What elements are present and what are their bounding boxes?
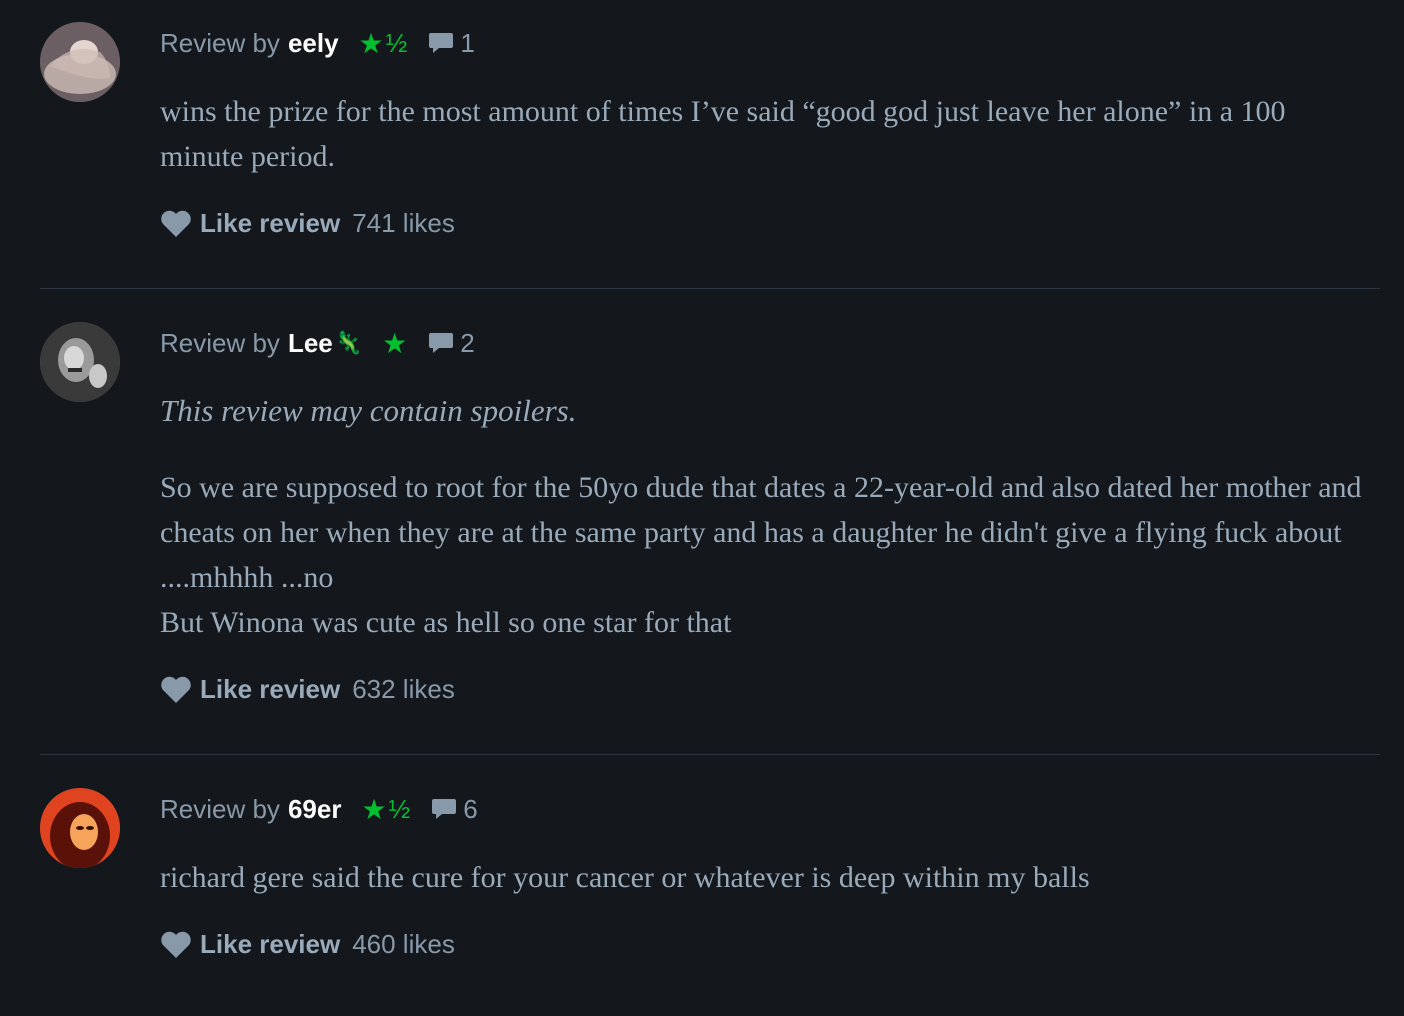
author-link[interactable]: 69er	[288, 794, 342, 825]
rating: ★ ½	[359, 27, 409, 60]
byline: Review by	[160, 327, 280, 358]
star-icon: ★	[358, 27, 385, 59]
review-header: Review by eely ★ ½ 1	[160, 21, 475, 65]
half-star-icon: ½	[385, 27, 409, 58]
speech-bubble-icon	[432, 799, 457, 819]
avatar[interactable]	[40, 788, 120, 868]
avatar[interactable]	[40, 22, 120, 102]
rating: ★	[382, 327, 408, 360]
comment-count: 2	[460, 327, 475, 358]
divider	[40, 754, 1380, 755]
rating: ★ ½	[361, 793, 411, 826]
author-link[interactable]: eely	[288, 28, 339, 59]
lizard-emoji-icon: 🦎	[334, 330, 363, 355]
star-icon: ★	[382, 327, 409, 359]
like-review-button[interactable]: Like review	[200, 674, 340, 705]
comments-link[interactable]: 2	[428, 327, 475, 359]
like-row: Like review 741 likes	[160, 208, 455, 239]
like-review-button[interactable]: Like review	[200, 208, 340, 239]
review-header: Review by Lee 🦎 ★ 2	[160, 321, 475, 365]
comment-count: 6	[463, 793, 478, 824]
star-icon: ★	[361, 793, 388, 825]
author-link[interactable]: Lee	[288, 328, 333, 359]
review-header: Review by 69er ★ ½ 6	[160, 787, 478, 831]
like-count[interactable]: 741 likes	[352, 208, 455, 239]
speech-bubble-icon	[429, 33, 454, 53]
spoiler-notice: This review may contain spoilers.	[160, 393, 577, 428]
like-row: Like review 460 likes	[160, 929, 455, 960]
speech-bubble-icon	[429, 333, 454, 353]
heart-icon[interactable]	[160, 210, 192, 238]
like-review-button[interactable]: Like review	[200, 929, 340, 960]
byline: Review by	[160, 793, 280, 824]
comments-link[interactable]: 1	[428, 27, 475, 59]
comment-count: 1	[460, 27, 475, 58]
like-row: Like review 632 likes	[160, 674, 455, 705]
heart-icon[interactable]	[160, 931, 192, 959]
review-body-line: So we are supposed to root for the 50yo …	[160, 471, 1362, 594]
review-body: wins the prize for the most amount of ti…	[160, 95, 1286, 173]
like-count[interactable]: 632 likes	[352, 674, 455, 705]
heart-icon[interactable]	[160, 676, 192, 704]
like-count[interactable]: 460 likes	[352, 929, 455, 960]
divider	[40, 288, 1380, 289]
byline: Review by	[160, 27, 280, 58]
avatar[interactable]	[40, 322, 120, 402]
comments-link[interactable]: 6	[431, 793, 478, 825]
review-body-line: But Winona was cute as hell so one star …	[160, 606, 732, 639]
half-star-icon: ½	[388, 793, 412, 824]
review-body: richard gere said the cure for your canc…	[160, 861, 1090, 894]
review-body: So we are supposed to root for the 50yo …	[160, 465, 1375, 645]
